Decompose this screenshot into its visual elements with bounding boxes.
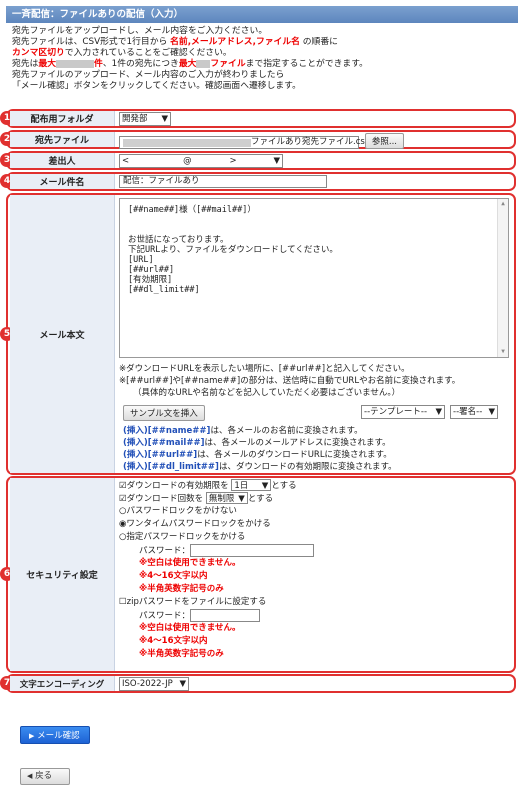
insert-list: (挿入)[##name##]は、各メールのお名前に変換されます。 (挿入)[##… [123, 425, 518, 473]
insert-sample-button[interactable]: サンプル文を挿入 [123, 405, 205, 421]
insert-item: (挿入)[##dl_limit##]は、ダウンロードの有効期限に変換されます。 [123, 462, 397, 472]
password-rule: ※半角英数字記号のみ [139, 584, 224, 594]
lock-onetime-option[interactable]: ◉ワンタイムパスワードロックをかける [119, 518, 514, 531]
back-button[interactable]: ◀ 戻る [20, 768, 70, 785]
chevron-down-icon: ▼ [435, 407, 442, 417]
zip-password-input[interactable] [190, 609, 261, 622]
zip-password-rule: ※空白は使用できません。 [139, 623, 241, 633]
fixed-password-input[interactable] [190, 544, 315, 557]
insert-url-link[interactable]: (挿入)[##url##] [123, 450, 197, 460]
lock-fixed-option[interactable]: ○指定パスワードロックをかける [119, 531, 514, 544]
sender-select[interactable]: < @ > ▼ [119, 154, 283, 168]
dl-period-checkbox[interactable]: ☑ [119, 481, 127, 491]
body-row: メール本文 [##name##]様（[##mail##]） お世話になっておりま… [10, 195, 518, 473]
security-label: セキュリティ設定 [10, 478, 115, 671]
encoding-select[interactable]: ISO-2022-JP ▼ [119, 677, 189, 691]
insert-item: (挿入)[##mail##]は、各メールのメールアドレスに変換されます。 [123, 438, 391, 448]
body-note-3: （具体的なURLや名前などを記入していただく必要はございません。） [133, 388, 401, 398]
password-rule: ※空白は使用できません。 [139, 558, 241, 568]
zip-password-rule: ※半角英数字記号のみ [139, 649, 224, 659]
fixed-password-line: パスワード： [119, 544, 514, 557]
security-row: セキュリティ設定 ☑ダウンロードの有効期限を 1日 ▼ とする ☑ダウンロード回数を… [10, 478, 518, 671]
insert-dl-limit-link[interactable]: (挿入)[##dl_limit##] [123, 462, 219, 472]
zip-password-line: パスワード： [119, 609, 514, 622]
chevron-down-icon: ▼ [488, 407, 495, 417]
body-note-1: ※ダウンロードURLを表示したい場所に、[##url##]と記入してください。 [119, 364, 410, 374]
checkbox-icon[interactable]: ☐ [119, 597, 127, 607]
chevron-down-icon: ▼ [179, 679, 186, 689]
chevron-down-icon: ▼ [161, 114, 168, 124]
subject-row: メール件名 配信：ファイルあり [10, 174, 518, 189]
insert-item: (挿入)[##url##]は、各メールのダウンロードURLに変換されます。 [123, 450, 392, 460]
mail-confirm-button[interactable]: ▶ メール確認 [20, 726, 90, 744]
folder-label: 配布用フォルダ [10, 111, 115, 126]
back-arrow-icon: ◀ [27, 772, 33, 780]
subject-label: メール件名 [10, 174, 115, 189]
zip-password-option[interactable]: ☐zipパスワードをファイルに設定する [119, 596, 514, 609]
zip-password-rule: ※4～16文字以内 [139, 636, 208, 646]
encoding-row: 文字エンコーディング ISO-2022-JP ▼ [10, 676, 518, 691]
lock-none-option[interactable]: ○パスワードロックをかけない [119, 505, 514, 518]
folder-select[interactable]: 開発部 ▼ [119, 112, 171, 126]
dl-count-select[interactable]: 無制限 ▼ [205, 492, 248, 504]
template-select[interactable]: --テンプレート-- ▼ [361, 405, 445, 419]
intro-line-4: 宛先は最大 件、1件の宛先につき最大 ファイルまで指定することができます。 [12, 59, 368, 69]
chevron-down-icon: ▼ [238, 494, 245, 504]
signature-select[interactable]: --署名-- ▼ [450, 405, 498, 419]
intro-line-5: 宛先ファイルのアップロード、メール内容のご入力が終わりましたら [12, 70, 285, 80]
browse-button[interactable]: 参照... [364, 133, 404, 149]
intro-text: 宛先ファイルをアップロードし、メール内容をご入力ください。 宛先ファイルは、CS… [12, 26, 518, 92]
intro-line-6: 「メール確認」ボタンをクリックしてください。確認画面へ遷移します。 [12, 81, 301, 91]
play-icon: ▶ [29, 732, 35, 740]
dl-count-checkbox[interactable]: ☑ [119, 494, 127, 504]
insert-mail-link[interactable]: (挿入)[##mail##] [123, 438, 204, 448]
chevron-down-icon: ▼ [261, 481, 269, 491]
body-note-2: ※[##url##]や[##name##]の部分は、送信時に自動でURLやお名前… [119, 376, 461, 386]
insert-item: (挿入)[##name##]は、各メールのお名前に変換されます。 [123, 426, 363, 436]
file-label: 宛先ファイル [10, 132, 115, 147]
intro-line-1: 宛先ファイルをアップロードし、メール内容をご入力ください。 [12, 26, 268, 36]
subject-input[interactable]: 配信：ファイルあり [119, 175, 327, 188]
dl-period-line: ☑ダウンロードの有効期限を 1日 ▼ とする [119, 479, 297, 491]
body-scrollbar[interactable]: ▲ ▼ [497, 199, 508, 357]
page-title: 一斉配信：ファイルありの配信（入力） [6, 6, 518, 23]
body-label: メール本文 [10, 195, 115, 473]
chevron-down-icon: ▼ [273, 156, 280, 166]
encoding-label: 文字エンコーディング [10, 676, 115, 691]
dl-count-line: ☑ダウンロード回数を 無制限 ▼ とする [119, 492, 274, 504]
sender-label: 差出人 [10, 153, 115, 168]
intro-line-2: 宛先ファイルは、CSV形式で1行目から 名前,メールアドレス,ファイル名 の順番… [12, 37, 338, 47]
folder-row: 配布用フォルダ 開発部 ▼ [10, 111, 518, 126]
insert-name-link[interactable]: (挿入)[##name##] [123, 426, 210, 436]
file-row: 宛先ファイル ファイルあり宛先ファイル.csv 参照... [10, 132, 518, 149]
sender-row: 差出人 < @ > ▼ [10, 153, 518, 168]
file-path-input[interactable]: ファイルあり宛先ファイル.csv [119, 136, 370, 149]
intro-line-3: カンマ区切りで入力されていることをご確認ください。 [12, 48, 232, 58]
body-textarea[interactable]: [##name##]様（[##mail##]） お世話になっております。 下記U… [119, 198, 509, 358]
password-rule: ※4～16文字以内 [139, 571, 208, 581]
dl-period-select[interactable]: 1日 ▼ [231, 479, 272, 491]
